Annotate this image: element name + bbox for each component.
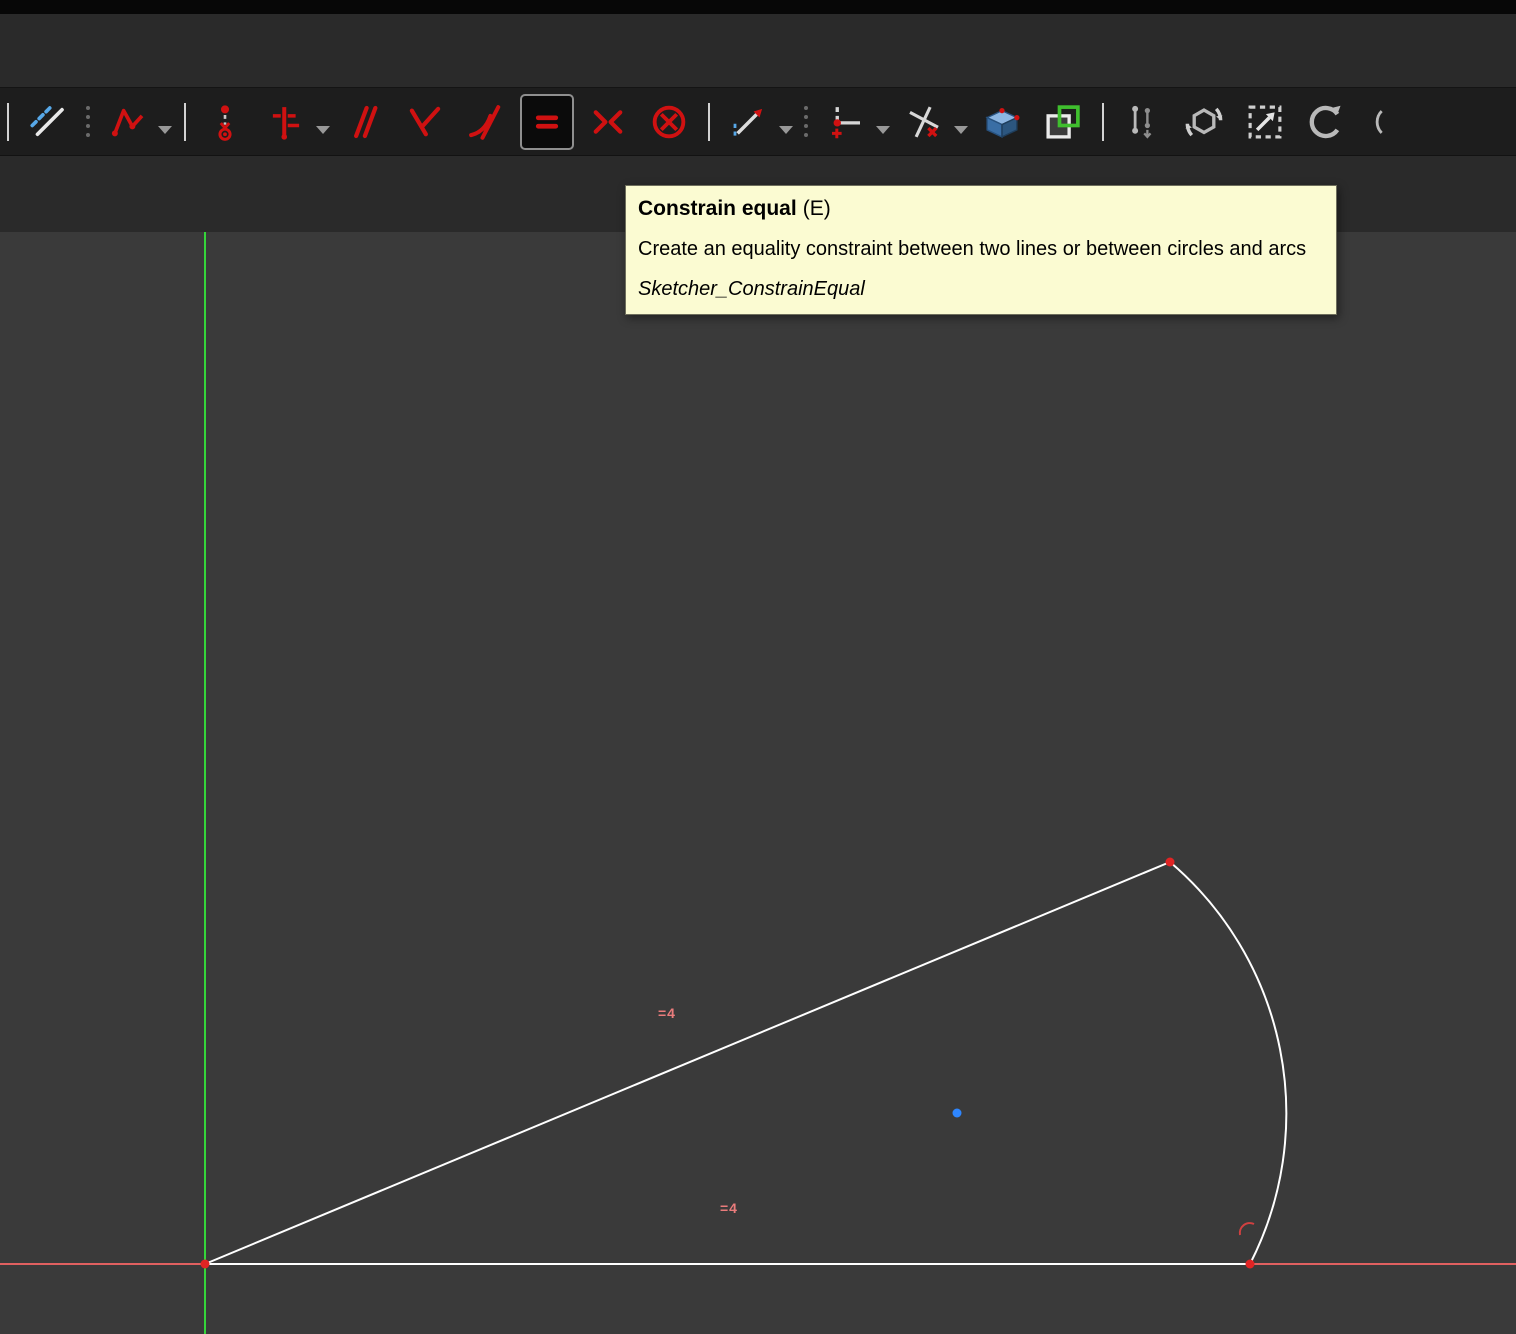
toolbar-drag-handle[interactable]	[82, 101, 94, 143]
clipped-tool-button[interactable]	[1360, 94, 1386, 150]
constrain-block-button[interactable]	[642, 94, 696, 150]
dropdown-arrow-icon[interactable]	[158, 125, 172, 134]
horizontal-vertical-icon	[272, 106, 300, 140]
arc-constraint-marker-icon	[1238, 1222, 1255, 1236]
sketch-vertex-point[interactable]	[1245, 1259, 1255, 1269]
overlapping-squares-icon	[1046, 104, 1080, 139]
block-icon	[652, 105, 686, 138]
fit-selection-icon	[1248, 105, 1282, 138]
tooltip-title: Constrain equal (E)	[638, 195, 1324, 222]
sketch-arc-edge[interactable]	[1169, 861, 1288, 1265]
constrain-tangent-button[interactable]	[459, 94, 513, 150]
rotate-arrow-icon	[1309, 105, 1341, 138]
tooltip-shortcut: (E)	[802, 197, 831, 220]
constrain-perpendicular-button[interactable]	[398, 94, 452, 150]
sketcher-constraints-toolbar	[0, 88, 1516, 156]
tooltip-command-name: Constrain equal	[638, 197, 797, 220]
recompute-button[interactable]	[1177, 94, 1231, 150]
toolbar-drag-handle[interactable]	[800, 101, 812, 143]
tooltip-command-id: Sketcher_ConstrainEqual	[638, 278, 865, 300]
parallel-icon	[354, 105, 378, 138]
hexagon-refresh-icon	[1185, 107, 1223, 136]
constraint-visibility-button[interactable]	[1116, 94, 1170, 150]
constrain-lock-button[interactable]	[819, 94, 873, 150]
sketch-vertex-point[interactable]	[1165, 857, 1175, 867]
constrain-equal-button[interactable]	[520, 93, 574, 150]
construction-line-icon	[30, 105, 64, 136]
coincident-icon	[218, 104, 232, 141]
toolbar-separator	[1102, 102, 1104, 141]
constrain-symmetric-button[interactable]	[581, 94, 635, 150]
tangent-icon	[469, 104, 501, 140]
create-polyline-button[interactable]	[101, 94, 155, 150]
equal-constraint-label[interactable]: =4	[658, 1005, 676, 1021]
trim-edge-button[interactable]	[897, 94, 951, 150]
dimension-icon	[733, 108, 763, 138]
lock-corner-icon	[832, 106, 860, 138]
constrain-horizontal-vertical-button[interactable]	[259, 94, 313, 150]
sketch-vertex-point[interactable]	[200, 1259, 210, 1269]
toolbar-separator	[708, 102, 710, 141]
blue-box-icon	[985, 107, 1020, 138]
dropdown-arrow-icon[interactable]	[876, 125, 890, 134]
visibility-layers-icon	[1132, 105, 1152, 139]
equal-constraint-label[interactable]: =4	[720, 1200, 738, 1216]
clipped-arc-icon	[1375, 109, 1383, 134]
dropdown-arrow-icon[interactable]	[779, 125, 793, 134]
switch-virtual-space-button[interactable]	[1036, 94, 1090, 150]
top-strip	[0, 0, 1516, 14]
dropdown-arrow-icon[interactable]	[954, 125, 968, 134]
constrain-coincident-button[interactable]	[198, 94, 252, 150]
dropdown-arrow-icon[interactable]	[316, 125, 330, 134]
arc-center-point[interactable]	[952, 1108, 962, 1118]
tooltip-constrain-equal: Constrain equal (E) Create an equality co…	[625, 185, 1337, 315]
trim-cross-icon	[909, 105, 939, 138]
symmetric-icon	[593, 109, 623, 134]
fit-selection-button[interactable]	[1238, 94, 1292, 150]
equal-icon	[535, 114, 559, 129]
sketch-line-edge[interactable]	[204, 861, 1171, 1265]
polyline-icon	[111, 108, 144, 136]
sketch-viewport[interactable]: =4 =4	[0, 232, 1516, 1334]
constrain-parallel-button[interactable]	[337, 94, 391, 150]
sketch-canvas[interactable]: =4 =4	[0, 232, 1516, 1334]
dimension-button[interactable]	[722, 94, 776, 150]
toolbar-separator	[184, 102, 186, 141]
rotate-view-button[interactable]	[1299, 94, 1353, 150]
perpendicular-icon	[409, 106, 441, 136]
titlebar-area	[0, 14, 1516, 88]
toolbar-separator	[7, 102, 9, 141]
external-geometry-button[interactable]	[975, 94, 1029, 150]
freecad-window: =4 =4 Constrain equal (E) Create an equali…	[0, 0, 1516, 1334]
tooltip-description: Create an equality constraint between tw…	[638, 238, 1307, 260]
toggle-construction-button[interactable]	[21, 94, 75, 150]
